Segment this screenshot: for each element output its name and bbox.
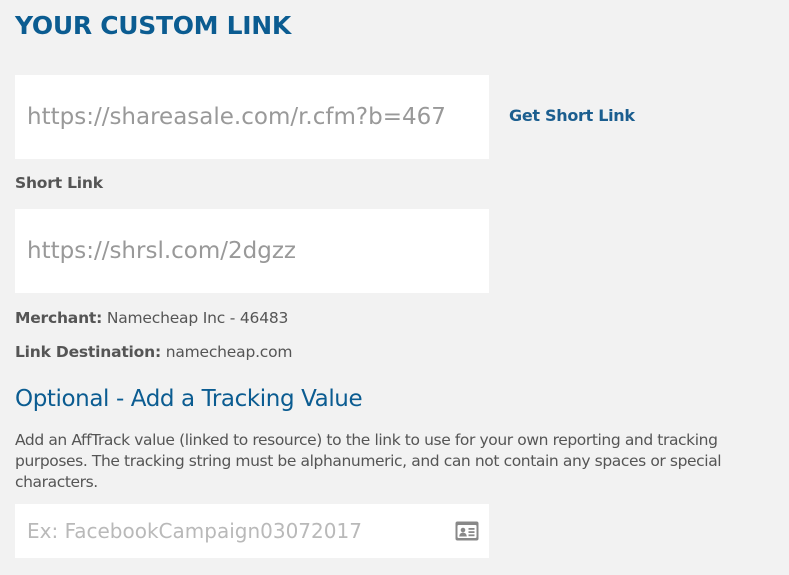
page-title: YOUR CUSTOM LINK xyxy=(15,11,291,40)
custom-link-field[interactable]: https://shareasale.com/r.cfm?b=467 xyxy=(15,75,489,159)
short-link-field[interactable]: https://shrsl.com/2dgzz xyxy=(15,209,489,293)
link-destination-value: namecheap.com xyxy=(165,343,293,361)
link-destination-label: Link Destination: xyxy=(15,343,161,361)
short-link-label: Short Link xyxy=(15,174,103,192)
tracking-value-input[interactable] xyxy=(15,504,445,558)
merchant-info: Merchant: Namecheap Inc - 46483 xyxy=(15,307,288,329)
tracking-value-field xyxy=(15,504,489,558)
get-short-link-button[interactable]: Get Short Link xyxy=(509,104,635,128)
id-card-icon xyxy=(455,521,479,541)
link-destination-info: Link Destination: namecheap.com xyxy=(15,341,293,363)
merchant-label: Merchant: xyxy=(15,309,103,327)
tracking-section-title: Optional - Add a Tracking Value xyxy=(15,386,363,412)
tracking-description: Add an AffTrack value (linked to resourc… xyxy=(15,431,722,491)
merchant-value: Namecheap Inc - 46483 xyxy=(106,309,289,327)
